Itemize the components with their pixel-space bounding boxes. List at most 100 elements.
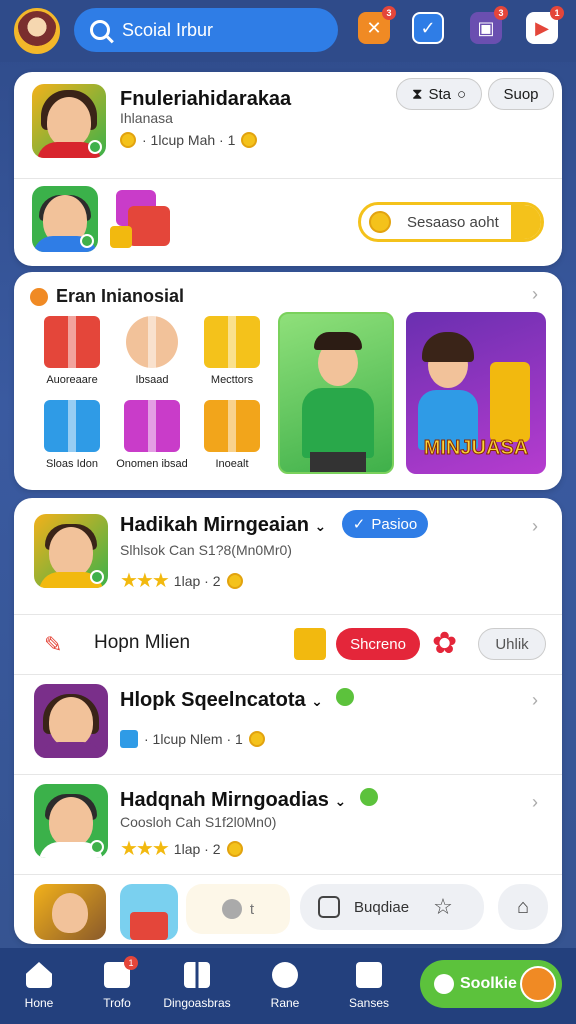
divider (14, 614, 562, 615)
lightning-icon[interactable]: ✕ 3 (358, 6, 396, 44)
search-icon (520, 966, 556, 1002)
chevron-down-icon[interactable]: ⌄ (334, 793, 346, 809)
chevron-down-icon[interactable]: ⌄ (315, 518, 327, 534)
notification-badge: 1 (550, 6, 564, 20)
square-icon (318, 896, 340, 918)
gift-stack-icon (110, 188, 174, 250)
nav-dingoasbras-label: Dingoasbras (163, 996, 231, 1010)
friend-avatar[interactable] (34, 884, 106, 940)
featured-character-card-green[interactable] (278, 312, 394, 474)
nav-rane-label: Rane (270, 996, 300, 1010)
nav-trofo[interactable]: 1 Trofo (82, 956, 152, 1010)
coin-icon (369, 211, 391, 233)
friend-avatar[interactable] (34, 784, 108, 858)
profile-subtitle: Ihlanasa (120, 110, 173, 126)
child-avatar[interactable] (32, 186, 98, 252)
pin-icon: ✎ (44, 632, 63, 657)
list-item[interactable]: ✎ Hopn Mlien Shcreno ✿ Uhlik (14, 618, 562, 674)
gift-thumbnail[interactable] (120, 884, 178, 940)
check-icon: ✓ (352, 516, 366, 533)
list-item[interactable]: t Buqdiae ☆ ⌂ (14, 878, 562, 940)
list-item[interactable]: Hadqnah Mirngoadias ⌄ Coosloh Cah S1f2l0… (14, 778, 562, 874)
briefcase-icon[interactable]: ▣ 3 (470, 6, 508, 44)
featured-banner-card[interactable]: MINJUASA (406, 312, 546, 474)
list-item[interactable]: Hadikah Mirngeaian ⌄ ✓ Pasioo Slhlsok Ca… (14, 498, 562, 614)
nav-dingoasbras[interactable]: Dingoasbras (162, 962, 232, 1010)
friend-meta: ★★★ 1lap · 2 (120, 568, 243, 593)
notification-badge: 3 (494, 6, 508, 20)
profile-card-avatar[interactable] (32, 84, 106, 158)
online-indicator (90, 570, 104, 584)
friend-subtitle: Coosloh Cah S1f2l0Mn0) (120, 814, 277, 830)
star-outline-icon: ☆ (433, 894, 453, 919)
check-icon[interactable]: ✓ (412, 12, 444, 44)
featured-item-2[interactable]: Ibsaad (112, 316, 192, 386)
chevron-right-icon[interactable]: › (532, 792, 538, 813)
chat-button[interactable]: t (186, 884, 290, 934)
divider (14, 178, 562, 179)
uhlik-button[interactable]: Uhlik (478, 628, 546, 660)
cta-button-label: Soolkie (460, 975, 517, 992)
chevron-right-icon[interactable]: › (532, 284, 538, 305)
banner-text: MINJUASA (423, 437, 529, 460)
chevron-down-icon[interactable]: ⌄ (311, 693, 323, 709)
divider (14, 874, 562, 875)
status-button[interactable]: ⧗ Sta ○ (396, 78, 482, 110)
nav-home[interactable]: Hone (4, 962, 74, 1010)
search-bar[interactable]: Scoial Irbur (74, 8, 338, 52)
featured-item-6[interactable]: Inoealt (192, 400, 272, 470)
chevron-right-icon[interactable]: › (532, 516, 538, 537)
friend-avatar[interactable] (34, 684, 108, 758)
profile-avatar[interactable] (14, 8, 60, 54)
online-indicator (90, 840, 104, 854)
friend-meta-text: 1lap · 2 (173, 840, 221, 857)
camera-icon: 1 (104, 956, 138, 988)
chat-icon (221, 899, 242, 919)
sparkle-icon (434, 974, 454, 994)
top-bar: Scoial Irbur ✕ 3 ✓ ▣ 3 ▶ 1 (0, 0, 576, 62)
smiley-icon (359, 788, 378, 806)
featured-item-label: Auoreaare (46, 374, 98, 386)
profile-meta-text: · 1lcup Mah · 1 (142, 132, 236, 148)
shcreno-button[interactable]: Shcreno (336, 628, 420, 660)
list-item-label: Hopn Mlien (94, 632, 191, 653)
video-icon[interactable]: ▶ 1 (526, 6, 564, 44)
chat-button-label: t (249, 900, 255, 918)
smiley-icon (336, 688, 355, 706)
game-icon (272, 962, 298, 988)
season-progress-label: Sesaaso aoht (407, 213, 499, 231)
list-item[interactable]: Hlopk Sqeelncatota ⌄ · 1lcup Nlem · 1 › (14, 678, 562, 774)
featured-item-4[interactable]: Sloas Idon (32, 400, 112, 470)
buqdiae-button-label: Buqdiae (354, 898, 410, 916)
featured-title: Eran Inianosial (56, 286, 185, 306)
cta-button[interactable]: Soolkie (420, 960, 562, 1008)
friend-meta-text: · 1lcup Nlem · 1 (144, 731, 243, 747)
divider (14, 674, 562, 675)
profile-card: Fnuleriahidarakaa Ihlanasa · 1lcup Mah ·… (14, 72, 562, 266)
featured-header: Eran Inianosial (30, 286, 184, 307)
toolbox-icon (44, 400, 100, 452)
home-outline-button[interactable]: ⌂ (498, 884, 548, 930)
star-icon: ★★★ (120, 570, 170, 592)
buqdiae-button[interactable]: Buqdiae ☆ (300, 884, 484, 930)
suop-button[interactable]: Suop (488, 78, 554, 110)
coin-icon (241, 132, 258, 148)
friend-meta: · 1lcup Nlem · 1 (120, 730, 265, 748)
featured-item-1[interactable]: Auoreaare (32, 316, 112, 386)
gift-icon (204, 316, 260, 368)
season-progress-bar[interactable]: Sesaaso aoht (358, 202, 544, 242)
coin-icon (120, 132, 136, 148)
featured-item-5[interactable]: Onomen ibsad (112, 400, 192, 470)
friend-name: Hadikah Mirngeaian (120, 514, 309, 536)
star-icon: ★★★ (120, 838, 170, 860)
friend-avatar[interactable] (34, 514, 108, 588)
nav-sanses[interactable]: Sanses (334, 962, 404, 1010)
status-tag[interactable]: ✓ Pasioo (342, 510, 428, 538)
nav-rane[interactable]: Rane (250, 962, 320, 1010)
divider (14, 774, 562, 775)
coin-icon (226, 572, 243, 589)
featured-item-3[interactable]: Mecttors (192, 316, 272, 386)
chevron-right-icon[interactable]: › (532, 690, 538, 711)
friend-name: Hadqnah Mirngoadias (120, 789, 329, 811)
cube-icon (294, 628, 326, 660)
